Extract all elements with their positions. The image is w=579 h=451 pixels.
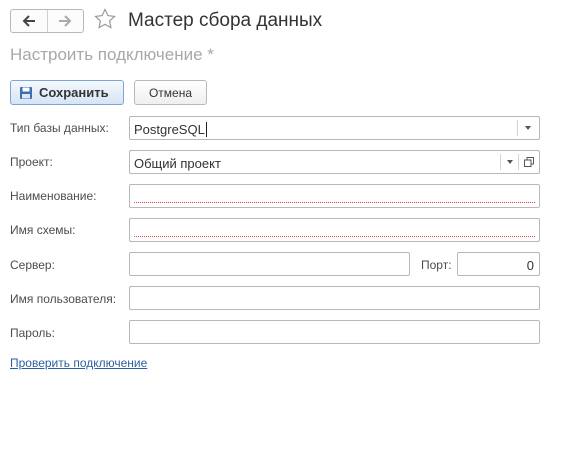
server-label: Сервер: [10, 258, 55, 272]
forward-arrow-icon [59, 15, 72, 27]
db-type-select[interactable]: PostgreSQL [129, 116, 540, 140]
password-label: Пароль: [10, 326, 55, 340]
window-title: Мастер сбора данных [128, 10, 323, 31]
name-input[interactable] [129, 184, 540, 208]
cancel-button[interactable]: Отмена [134, 80, 207, 105]
user-input[interactable] [129, 286, 540, 310]
open-separator [518, 154, 519, 170]
dropdown-caret-icon [525, 126, 531, 130]
port-input[interactable]: 0 [457, 252, 540, 276]
server-input[interactable] [129, 252, 410, 276]
name-label: Наименование: [10, 189, 97, 203]
project-dropdown-button[interactable] [502, 151, 518, 173]
project-label: Проект: [10, 155, 53, 169]
save-button-label: Сохранить [39, 85, 109, 100]
dropdown-separator [517, 120, 518, 136]
project-value: Общий проект [134, 156, 221, 171]
check-connection-link[interactable]: Проверить подключение [10, 356, 147, 370]
dropdown-separator [500, 154, 501, 170]
db-type-value-wrap: PostgreSQL [134, 122, 207, 137]
cancel-button-label: Отмена [148, 85, 193, 100]
user-label: Имя пользователя: [10, 292, 117, 306]
password-input[interactable] [129, 320, 540, 344]
back-button[interactable] [11, 10, 47, 32]
port-value: 0 [526, 258, 534, 273]
schema-input[interactable] [129, 218, 540, 242]
schema-label: Имя схемы: [10, 223, 76, 237]
open-form-icon [524, 157, 534, 167]
save-disk-icon [20, 86, 32, 99]
favorite-button[interactable] [94, 8, 116, 32]
favorite-star-icon [94, 8, 116, 29]
save-button[interactable]: Сохранить [10, 80, 124, 105]
back-arrow-icon [22, 15, 35, 27]
port-label: Порт: [421, 258, 452, 272]
navigation-buttons [10, 9, 84, 33]
form-subtitle: Настроить подключение * [10, 45, 214, 64]
dropdown-caret-icon [507, 160, 513, 164]
text-cursor [205, 122, 207, 137]
db-type-value: PostgreSQL [134, 122, 205, 137]
db-type-dropdown-button[interactable] [520, 117, 536, 139]
db-type-label: Тип базы данных: [10, 121, 109, 135]
project-select[interactable]: Общий проект [129, 150, 540, 174]
project-open-button[interactable] [521, 151, 537, 173]
forward-button[interactable] [46, 10, 84, 32]
